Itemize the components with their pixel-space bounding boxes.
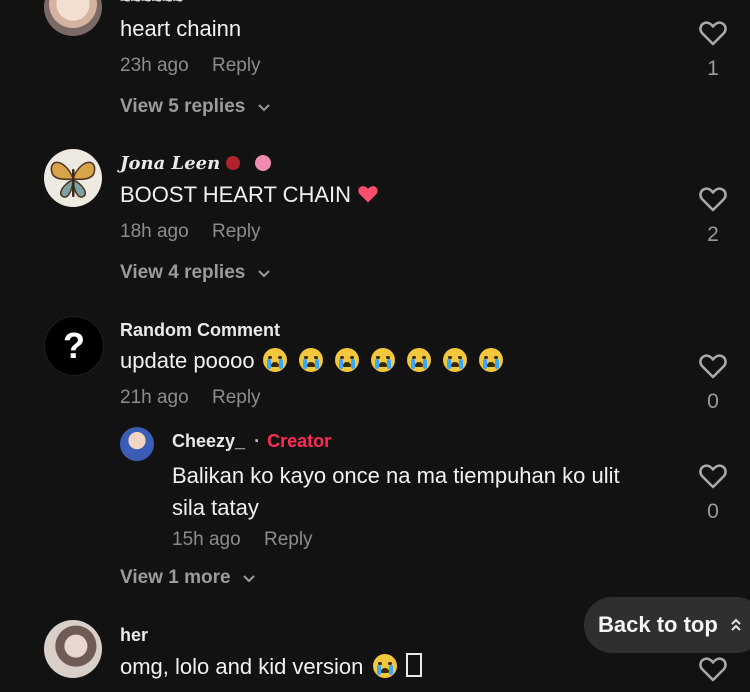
avatar[interactable] [120, 427, 154, 461]
comment-text: heart chainn [120, 16, 242, 41]
heart-outline-icon [699, 21, 727, 46]
view-more-button[interactable]: View 1 more [120, 567, 256, 589]
red-heart-emoji-icon [358, 186, 378, 203]
like-button[interactable]: 1 [693, 20, 733, 81]
crying-emoji [443, 348, 468, 372]
avatar[interactable]: ? [44, 316, 104, 376]
crying-emoji [479, 348, 504, 372]
crying-emoji [298, 348, 323, 372]
chevron-down-icon [243, 575, 255, 583]
like-count: 0 [707, 390, 719, 413]
comment-time: 18h ago [120, 221, 189, 242]
comment-author[interactable]: Random Comment [120, 320, 280, 341]
comment-author[interactable]: ~~~~~~ [120, 0, 183, 11]
like-count: 0 [707, 500, 719, 523]
comment-text: BOOST HEART CHAIN [120, 182, 379, 208]
reply-button[interactable]: Reply [212, 55, 261, 76]
reply-time: 15h ago [172, 529, 241, 550]
view-replies-button[interactable]: View 4 replies [120, 262, 271, 284]
heart-outline-icon [699, 187, 727, 212]
heart-outline-icon [699, 657, 727, 682]
chevron-down-icon [257, 270, 270, 278]
heart-outline-icon [699, 464, 727, 489]
comment-author[interactable]: Jona Leen [120, 153, 271, 174]
comment-meta: 21h ago Reply [120, 387, 279, 409]
avatar[interactable] [44, 620, 102, 678]
like-count: 2 [707, 223, 719, 246]
crying-emoji [407, 348, 432, 372]
like-button[interactable] [693, 656, 733, 682]
creator-badge: Creator [267, 431, 332, 451]
comment-text: omg, lolo and kid version [120, 653, 422, 680]
comment-author[interactable]: her [120, 625, 148, 646]
comment-meta: 23h ago Reply [120, 55, 279, 77]
rose-emoji [226, 156, 241, 170]
comment-text: update poooo [120, 348, 504, 374]
crying-emoji [262, 348, 287, 372]
hibiscus-emoji [254, 155, 271, 171]
chevron-up-icon [731, 618, 741, 631]
crying-emoji [373, 654, 398, 678]
comment-time: 23h ago [120, 55, 189, 76]
svg-text:?: ? [63, 325, 85, 366]
like-button[interactable]: 2 [693, 186, 733, 247]
unknown-glyph [405, 653, 422, 677]
like-button[interactable]: 0 [693, 463, 733, 524]
reply-author[interactable]: Cheezy_ · Creator [172, 431, 331, 452]
question-mark-icon: ? [63, 325, 85, 366]
comment-time: 21h ago [120, 387, 189, 408]
reply-text: Balikan ko kayo once na ma tiempuhan ko … [172, 463, 620, 520]
chevron-down-icon [257, 104, 270, 112]
butterfly-icon [50, 161, 96, 198]
reply-meta: 15h ago Reply [172, 529, 331, 551]
reply-button[interactable]: Reply [264, 529, 313, 550]
avatar[interactable] [44, 0, 102, 36]
like-count: 1 [707, 57, 719, 80]
avatar[interactable] [44, 149, 102, 207]
view-replies-button[interactable]: View 5 replies [120, 96, 271, 118]
heart-outline-icon [699, 354, 727, 379]
comment-meta: 18h ago Reply [120, 221, 279, 243]
reply-button[interactable]: Reply [212, 221, 261, 242]
crying-emoji [334, 348, 359, 372]
back-to-top-button[interactable]: Back to top [584, 597, 750, 653]
crying-emoji [371, 348, 396, 372]
reply-button[interactable]: Reply [212, 387, 261, 408]
like-button[interactable]: 0 [693, 353, 733, 414]
